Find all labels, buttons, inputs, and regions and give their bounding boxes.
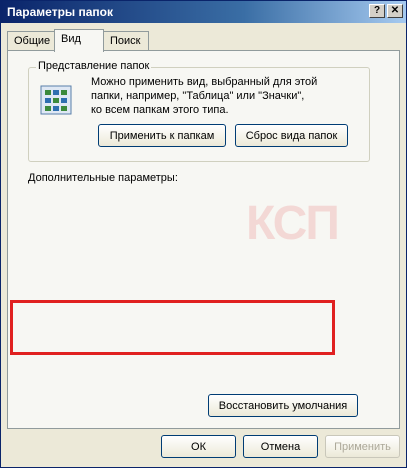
help-button[interactable]: ? [369,4,385,18]
reset-folders-button[interactable]: Сброс вида папок [235,124,348,147]
title-bar[interactable]: Параметры папок ? ✕ [1,1,406,23]
tab-view[interactable]: Вид [54,29,104,52]
advanced-settings-label: Дополнительные параметры: [28,172,178,184]
apply-to-folders-button[interactable]: Применить к папкам [98,124,226,147]
window-title: Параметры папок [7,5,113,19]
folder-views-legend: Представление папок [36,60,152,72]
restore-defaults-button[interactable]: Восстановить умолчания [208,394,358,417]
apply-button[interactable]: Применить [325,435,400,458]
folder-options-window: Параметры папок ? ✕ Общие Вид Поиск Пред… [0,0,407,468]
close-button[interactable]: ✕ [387,4,403,18]
tab-general[interactable]: Общие [7,31,55,51]
ok-button[interactable]: ОК [161,435,236,458]
folder-views-description: Можно применить вид, выбранный для этой … [91,76,318,116]
view-tab-panel: Представление папок Можно применить вид,… [7,50,400,429]
folder-views-group: Представление папок Можно применить вид,… [28,60,370,162]
tab-search[interactable]: Поиск [103,31,149,51]
folder-views-icon [40,85,72,115]
cancel-button[interactable]: Отмена [243,435,318,458]
